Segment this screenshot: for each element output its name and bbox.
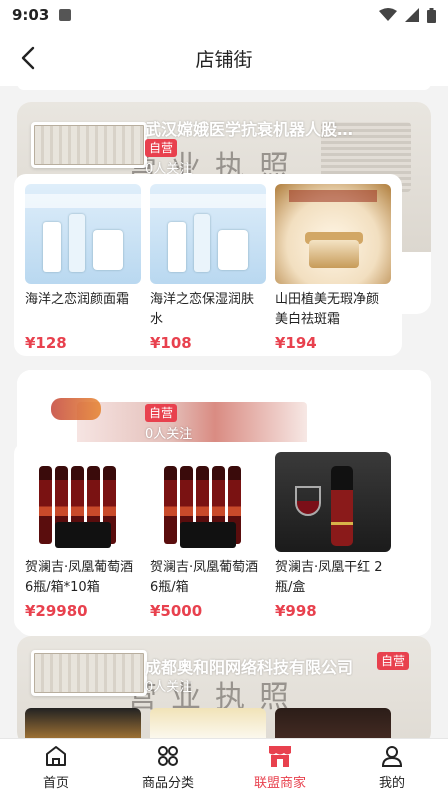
product-image[interactable] <box>275 708 391 738</box>
product-price: ¥108 <box>150 334 192 352</box>
tab-categories[interactable]: 商品分类 <box>112 739 224 796</box>
tab-profile[interactable]: 我的 <box>336 739 448 796</box>
product-row <box>14 708 402 738</box>
shop-card-previous[interactable] <box>17 86 431 90</box>
status-bar: 9:03 <box>0 0 448 30</box>
self-operated-badge: 自营 <box>145 404 178 422</box>
back-button[interactable] <box>14 44 42 72</box>
tab-home[interactable]: 首页 <box>0 739 112 796</box>
product-price: ¥998 <box>275 602 317 620</box>
product-image <box>275 184 391 284</box>
chevron-left-icon <box>21 46 35 70</box>
self-operated-badge: 自营 <box>145 139 178 157</box>
product-card[interactable]: 贺澜吉·凤凰葡萄酒 6瓶/箱 ¥5000 <box>150 452 266 632</box>
product-name: 海洋之恋润颜面霜 <box>25 292 130 307</box>
follower-count: 0人关注 <box>145 427 193 442</box>
tab-label: 我的 <box>378 776 405 791</box>
product-name: 山田植美无瑕净颜美白祛斑霜 <box>275 292 380 327</box>
product-image <box>25 452 141 552</box>
product-price: ¥194 <box>275 334 317 352</box>
product-card[interactable]: 贺澜吉·凤凰干红 2瓶/盒 ¥998 <box>275 452 391 632</box>
tab-label: 联盟商家 <box>253 776 306 791</box>
user-icon <box>381 746 403 767</box>
shop-name[interactable]: 成都奥和阳网络科技有限公司 <box>145 654 353 678</box>
status-time: 9:03 <box>12 6 50 24</box>
product-card[interactable]: 海洋之恋保湿润肤水 ¥108 <box>150 184 266 356</box>
grid-icon <box>158 746 178 766</box>
tab-label: 首页 <box>42 776 69 791</box>
follower-count: 0人关注 <box>145 680 193 695</box>
top-bar: 店铺街 <box>0 30 448 86</box>
self-operated-badge: 自营 <box>377 652 410 670</box>
product-card[interactable]: 海洋之恋润颜面霜 ¥128 <box>25 184 141 356</box>
product-row: 贺澜吉·凤凰葡萄酒 6瓶/箱*10箱 ¥29980 贺澜吉·凤凰葡萄酒 6瓶/箱… <box>14 442 402 632</box>
product-name: 贺澜吉·凤凰葡萄酒 6瓶/箱 <box>150 560 259 595</box>
shop-list[interactable]: 营业执照 武汉嫦娥医学抗衰机器人股… 自营 0人关注 海洋之恋润颜面霜 ¥128… <box>0 86 448 738</box>
notification-icon <box>59 9 72 21</box>
battery-icon <box>427 7 436 23</box>
product-name: 贺澜吉·凤凰葡萄酒 6瓶/箱*10箱 <box>25 560 134 595</box>
product-image[interactable] <box>25 708 141 738</box>
product-image <box>275 452 391 552</box>
product-image[interactable] <box>150 708 266 738</box>
product-image <box>25 184 141 284</box>
product-name: 海洋之恋保湿润肤水 <box>150 292 255 327</box>
shop-name[interactable]: 武汉嫦娥医学抗衰机器人股… <box>145 116 353 140</box>
store-icon <box>269 746 291 767</box>
product-image <box>150 452 266 552</box>
shop-logo[interactable] <box>31 650 147 696</box>
product-price: ¥5000 <box>150 602 203 620</box>
shop-logo[interactable] <box>31 122 147 168</box>
bottom-tab-bar: 首页 商品分类 联盟商家 我的 <box>0 738 448 796</box>
shop-logo[interactable] <box>51 398 101 420</box>
product-price: ¥29980 <box>25 602 88 620</box>
product-price: ¥128 <box>25 334 67 352</box>
page-title: 店铺街 <box>195 48 253 71</box>
wifi-icon <box>379 8 397 21</box>
tab-label: 商品分类 <box>141 776 194 791</box>
signal-icon <box>405 8 419 22</box>
tab-merchants[interactable]: 联盟商家 <box>224 739 336 796</box>
product-card[interactable]: 山田植美无瑕净颜美白祛斑霜 ¥194 <box>275 184 391 356</box>
product-name: 贺澜吉·凤凰干红 2瓶/盒 <box>275 560 383 595</box>
product-card[interactable]: 贺澜吉·凤凰葡萄酒 6瓶/箱*10箱 ¥29980 <box>25 452 141 632</box>
product-row: 海洋之恋润颜面霜 ¥128 海洋之恋保湿润肤水 ¥108 山田植美无瑕净颜美白祛… <box>14 174 402 356</box>
home-icon <box>46 746 66 766</box>
product-image <box>150 184 266 284</box>
status-icons <box>379 7 436 23</box>
